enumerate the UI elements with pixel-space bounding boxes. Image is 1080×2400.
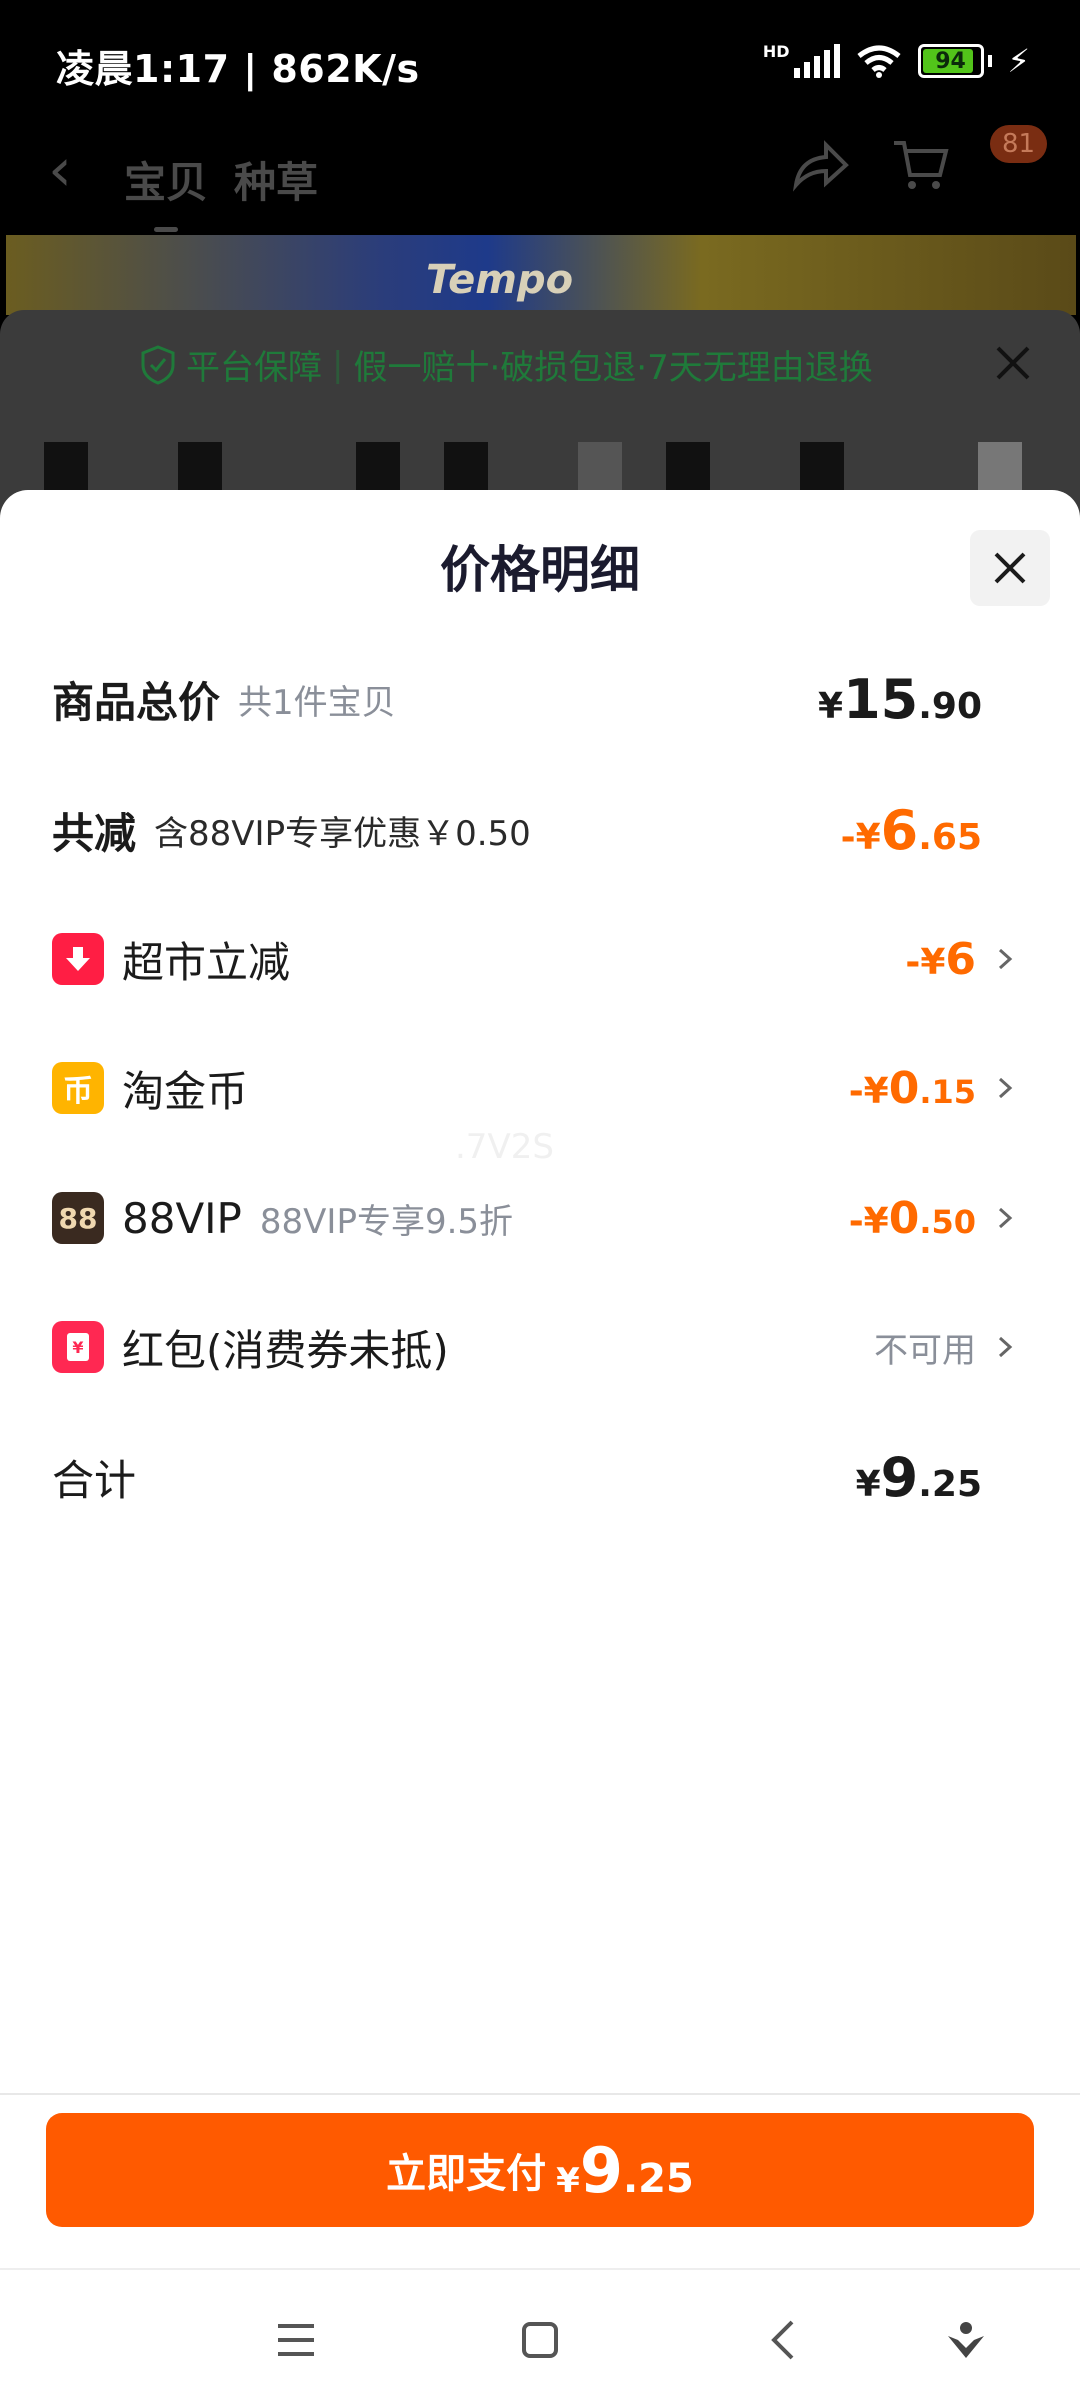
- pay-label: 立即支付: [386, 2151, 547, 2197]
- price-decimal: .25: [622, 2155, 694, 2202]
- item-label: 淘金币: [122, 1066, 249, 1116]
- home-button[interactable]: [510, 2310, 570, 2370]
- chevron-right-icon: [998, 948, 1013, 970]
- svg-text:¥: ¥: [72, 1338, 83, 1357]
- sum-label: 合计: [52, 1455, 137, 1505]
- currency-symbol: ¥: [556, 2160, 580, 2201]
- coin-icon: 币: [52, 1062, 104, 1114]
- item-amount: -¥ 0 .50: [849, 1193, 976, 1244]
- tab-zhongcao[interactable]: 种草: [234, 149, 318, 210]
- chevron-right-icon: [998, 1336, 1013, 1358]
- vip-88-icon: 88: [52, 1192, 104, 1244]
- chevron-right-icon: [998, 1077, 1013, 1099]
- guarantee-line: 平台保障 | 假一赔十·破损包退·7天无理由退换: [140, 340, 873, 389]
- share-icon[interactable]: [790, 135, 850, 195]
- price-integer: 9: [880, 1445, 919, 1509]
- price-integer: 0: [888, 1192, 920, 1244]
- status-time: 凌晨1:17 | 862K/s: [56, 47, 420, 91]
- wifi-icon: [856, 45, 901, 78]
- battery-level: 94: [935, 48, 966, 74]
- price-integer: 9: [579, 2133, 623, 2207]
- close-icon: [994, 552, 1026, 584]
- tab-baobei[interactable]: 宝贝: [124, 149, 208, 232]
- guarantee-divider: |: [332, 344, 344, 385]
- arrow-down-icon: [52, 933, 104, 985]
- goods-total-count: 共1件宝贝: [238, 682, 396, 723]
- network-type: HD: [762, 42, 790, 61]
- price-decimal: .25: [918, 1463, 982, 1505]
- status-bar: 凌晨1:17 | 862K/s HD 94 ⚡: [0, 0, 1080, 125]
- sum-price: ¥ 9 .25: [856, 1446, 982, 1509]
- price-decimal: .50: [919, 1202, 976, 1241]
- price-decimal: .15: [919, 1072, 976, 1111]
- pay-now-button[interactable]: 立即支付 ¥ 9 .25: [46, 2113, 1034, 2227]
- currency-symbol: ¥: [818, 685, 844, 727]
- discount-total-label: 共减: [52, 808, 137, 858]
- item-label: 超市立减: [122, 937, 291, 987]
- product-brand: Tempo: [426, 257, 574, 303]
- goods-total-price: ¥ 15 .90: [818, 668, 982, 731]
- system-nav-bar: [0, 2268, 1080, 2400]
- product-nav-bar: ‹ 宝贝 种草 81: [0, 125, 1080, 235]
- back-button[interactable]: [754, 2310, 814, 2370]
- row-supermarket-discount[interactable]: 超市立减 -¥ 6: [52, 919, 1020, 999]
- menu-icon: [278, 2324, 314, 2356]
- shield-check-icon: [141, 344, 175, 385]
- currency-symbol: ¥: [855, 1463, 881, 1505]
- assistant-button[interactable]: [936, 2310, 996, 2370]
- row-red-packet[interactable]: ¥ 红包(消费券未抵) 不可用: [52, 1307, 1020, 1387]
- price-integer: 6: [945, 933, 976, 985]
- currency-prefix: -¥: [905, 941, 946, 983]
- status-icons: HD 94 ⚡: [763, 42, 1030, 80]
- item-label: 88VIP: [122, 1193, 242, 1243]
- price-integer: 15: [843, 667, 919, 731]
- price-integer: 0: [888, 1062, 920, 1114]
- chevron-right-icon: [998, 1207, 1013, 1229]
- item-note: 88VIP专享9.5折: [259, 1201, 514, 1242]
- row-88vip[interactable]: 88 88VIP 88VIP专享9.5折 -¥ 0 .50: [52, 1178, 1020, 1258]
- assistant-icon: [948, 2322, 984, 2358]
- item-label: 红包(消费券未抵): [122, 1325, 449, 1375]
- background-page: 凌晨1:17 | 862K/s HD 94 ⚡ ‹ 宝贝 种草 81 Tempo…: [0, 0, 1080, 540]
- row-sum: 合计 ¥ 9 .25: [52, 1437, 1020, 1517]
- bottom-divider: [0, 2093, 1080, 2095]
- row-discount-total: 共减 含88VIP专享优惠￥0.50 -¥ 6 .65: [52, 790, 1020, 870]
- price-integer: 6: [880, 798, 919, 862]
- currency-prefix: -¥: [848, 1070, 889, 1112]
- discount-total-note: 含88VIP专享优惠￥0.50: [154, 813, 531, 854]
- back-icon[interactable]: ‹: [48, 135, 72, 205]
- charging-icon: ⚡: [1007, 42, 1030, 80]
- discount-total-amount: -¥ 6 .65: [841, 799, 982, 862]
- back-chevron-icon: [771, 2320, 794, 2360]
- row-goods-total: 商品总价 共1件宝贝 ¥ 15 .90: [52, 659, 1020, 739]
- menu-button[interactable]: [266, 2310, 326, 2370]
- product-image: Tempo: [6, 235, 1076, 315]
- cart-badge: 81: [990, 125, 1048, 163]
- price-decimal: .90: [918, 685, 982, 727]
- screen: 凌晨1:17 | 862K/s HD 94 ⚡ ‹ 宝贝 种草 81 Tempo…: [0, 0, 1080, 2400]
- battery-cap: [987, 55, 992, 67]
- price-decimal: .65: [918, 816, 982, 858]
- nav-tabs: 宝贝 种草: [124, 149, 318, 232]
- currency-prefix: -¥: [848, 1200, 889, 1242]
- watermark: .7V2S: [455, 1127, 554, 1167]
- item-amount: -¥ 6: [905, 934, 976, 985]
- currency-prefix: -¥: [840, 816, 881, 858]
- cart-icon[interactable]: [890, 135, 950, 195]
- red-packet-icon: ¥: [52, 1321, 104, 1373]
- home-square-icon: [522, 2322, 558, 2358]
- battery-icon: 94: [917, 44, 984, 78]
- close-icon[interactable]: [990, 340, 1036, 386]
- item-status: 不可用: [874, 1330, 976, 1371]
- guarantee-label: 平台保障: [186, 348, 322, 388]
- sheet-title: 价格明细: [440, 541, 640, 599]
- row-taojinbi[interactable]: 币 淘金币 -¥ 0 .15: [52, 1048, 1020, 1128]
- sheet-close-button[interactable]: [970, 530, 1050, 606]
- goods-total-label: 商品总价: [52, 677, 221, 727]
- pay-amount: ¥ 9 .25: [556, 2134, 694, 2207]
- guarantee-terms: 假一赔十·破损包退·7天无理由退换: [353, 348, 873, 388]
- signal-icon: [793, 44, 840, 78]
- item-amount: -¥ 0 .15: [849, 1063, 976, 1114]
